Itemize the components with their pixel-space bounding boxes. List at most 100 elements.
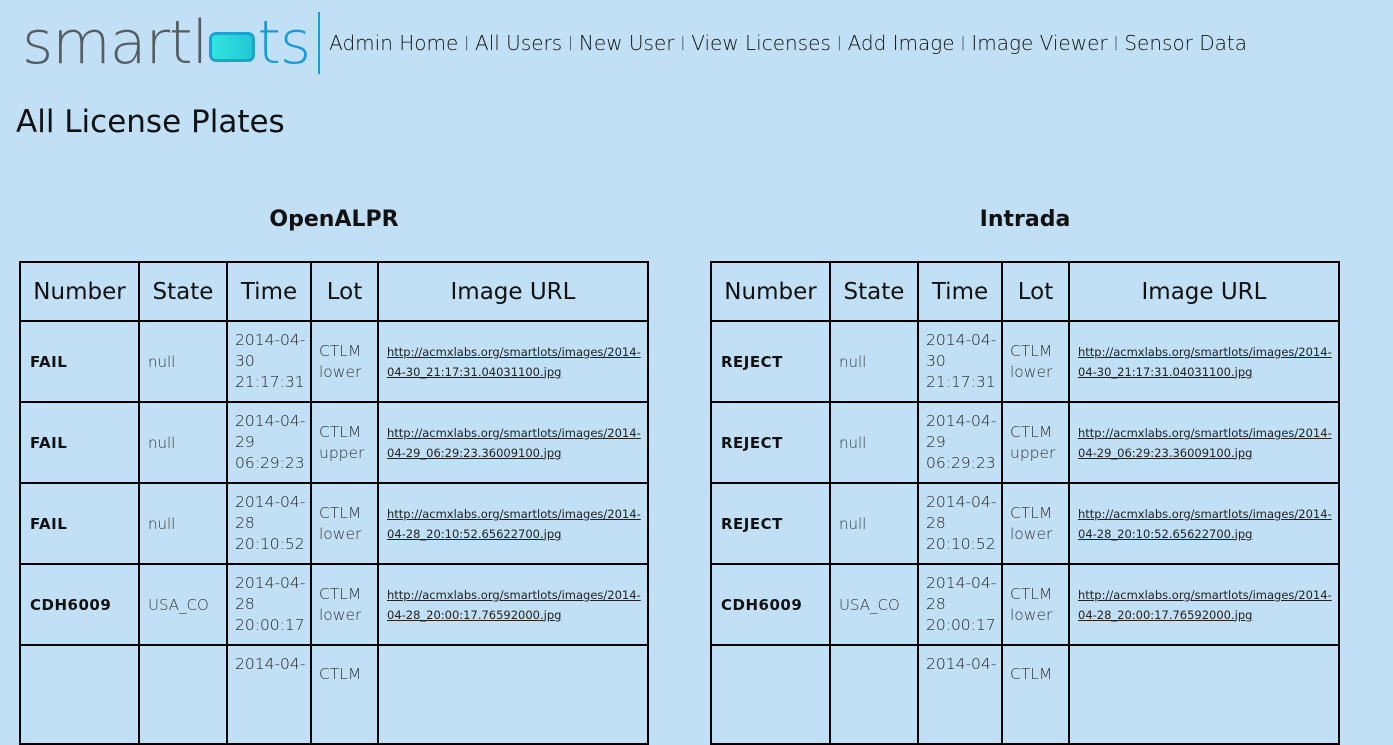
parking-lot: CTLM upper	[310, 401, 379, 484]
image-url-link[interactable]: http://acmxlabs.org/smartlots/images/201…	[387, 507, 641, 541]
nav-admin-home[interactable]: Admin Home	[329, 31, 458, 55]
main-nav: Admin Home | All Users | New User | View…	[329, 31, 1247, 55]
column-header-number: Number	[19, 261, 140, 322]
openalpr-table: Number State Time Lot Image URL FAIL nul…	[19, 261, 649, 745]
image-url-cell: http://acmxlabs.org/smartlots/images/201…	[377, 482, 649, 565]
plate-number: FAIL	[19, 401, 140, 484]
plate-number: FAIL	[19, 482, 140, 565]
plate-number: CDH6009	[19, 563, 140, 646]
openalpr-title: OpenALPR	[269, 207, 399, 232]
capture-time: 2014-04-28 20:10:52	[226, 482, 312, 565]
table-row: 2014-04- CTLM	[19, 644, 649, 745]
image-url-link[interactable]: http://acmxlabs.org/smartlots/images/201…	[1078, 588, 1332, 622]
column-header-state: State	[138, 261, 228, 322]
image-url-link[interactable]: http://acmxlabs.org/smartlots/images/201…	[387, 345, 641, 379]
table-header-row: Number State Time Lot Image URL	[19, 261, 649, 322]
parking-lot: CTLM upper	[1001, 401, 1070, 484]
nav-separator: |	[960, 35, 966, 51]
plate-state	[829, 644, 919, 745]
image-url-link[interactable]: http://acmxlabs.org/smartlots/images/201…	[1078, 507, 1332, 541]
plate-state: null	[829, 320, 919, 403]
plate-state: USA_CO	[138, 563, 228, 646]
nav-separator: |	[568, 35, 573, 51]
plate-number: CDH6009	[710, 563, 831, 646]
image-url-cell: http://acmxlabs.org/smartlots/images/201…	[377, 401, 649, 484]
nav-new-user[interactable]: New User	[579, 31, 675, 55]
nav-image-viewer[interactable]: Image Viewer	[971, 31, 1107, 55]
image-url-link[interactable]: http://acmxlabs.org/smartlots/images/201…	[387, 426, 641, 460]
plate-number: REJECT	[710, 401, 831, 484]
openalpr-section: OpenALPR Number State Time Lot Image URL…	[19, 205, 649, 745]
plate-number	[710, 644, 831, 745]
image-url-cell: http://acmxlabs.org/smartlots/images/201…	[1068, 320, 1340, 403]
plate-number	[19, 644, 140, 745]
page-title: All License Plates	[16, 104, 285, 140]
table-row: 2014-04- CTLM	[710, 644, 1340, 745]
capture-time: 2014-04-29 06:29:23	[917, 401, 1003, 484]
plate-state	[138, 644, 228, 745]
image-url-link[interactable]: http://acmxlabs.org/smartlots/images/201…	[1078, 426, 1332, 460]
table-row: FAIL null 2014-04-29 06:29:23 CTLM upper…	[19, 401, 649, 484]
parking-lot: CTLM lower	[310, 563, 379, 646]
plate-state: null	[829, 401, 919, 484]
column-header-time: Time	[226, 261, 312, 322]
parking-lot: CTLM	[1001, 644, 1070, 745]
column-header-number: Number	[710, 261, 831, 322]
capture-time: 2014-04-	[226, 644, 312, 745]
nav-separator: |	[464, 35, 470, 51]
column-header-lot: Lot	[1001, 261, 1070, 322]
image-url-cell: http://acmxlabs.org/smartlots/images/201…	[1068, 563, 1340, 646]
image-url-link[interactable]: http://acmxlabs.org/smartlots/images/201…	[1078, 345, 1332, 379]
column-header-image-url: Image URL	[377, 261, 649, 322]
site-header: smartl ts Admin Home | All Users | New U…	[22, 10, 1247, 76]
plate-state: null	[138, 401, 228, 484]
nav-add-image[interactable]: Add Image	[848, 31, 955, 55]
table-row: FAIL null 2014-04-28 20:10:52 CTLM lower…	[19, 482, 649, 565]
plate-state: null	[138, 482, 228, 565]
image-url-link[interactable]: http://acmxlabs.org/smartlots/images/201…	[387, 588, 641, 622]
image-url-cell: http://acmxlabs.org/smartlots/images/201…	[1068, 401, 1340, 484]
column-header-time: Time	[917, 261, 1003, 322]
intrada-section: Intrada Number State Time Lot Image URL …	[710, 205, 1340, 745]
nav-all-users[interactable]: All Users	[475, 31, 562, 55]
capture-time: 2014-04-30 21:17:31	[226, 320, 312, 403]
table-row: CDH6009 USA_CO 2014-04-28 20:00:17 CTLM …	[19, 563, 649, 646]
image-url-cell: http://acmxlabs.org/smartlots/images/201…	[1068, 482, 1340, 565]
logo-text-ts: ts	[257, 8, 311, 78]
logo-divider	[318, 12, 321, 74]
plate-state: USA_CO	[829, 563, 919, 646]
smartlots-logo[interactable]: smartl ts	[22, 8, 321, 78]
nav-sensor-data[interactable]: Sensor Data	[1124, 31, 1247, 55]
capture-time: 2014-04-29 06:29:23	[226, 401, 312, 484]
parking-lot: CTLM lower	[1001, 320, 1070, 403]
image-url-cell: http://acmxlabs.org/smartlots/images/201…	[377, 320, 649, 403]
logo-text-smart: smartl	[22, 8, 208, 78]
car-icon	[209, 32, 256, 62]
column-header-image-url: Image URL	[1068, 261, 1340, 322]
nav-separator: |	[680, 35, 686, 51]
parking-lot: CTLM lower	[310, 482, 379, 565]
nav-view-licenses[interactable]: View Licenses	[691, 31, 831, 55]
parking-lot: CTLM lower	[310, 320, 379, 403]
parking-lot: CTLM	[310, 644, 379, 745]
plate-number: REJECT	[710, 320, 831, 403]
column-header-lot: Lot	[310, 261, 379, 322]
capture-time: 2014-04-30 21:17:31	[917, 320, 1003, 403]
table-row: REJECT null 2014-04-28 20:10:52 CTLM low…	[710, 482, 1340, 565]
nav-separator: |	[1113, 35, 1119, 51]
plate-state: null	[829, 482, 919, 565]
intrada-table: Number State Time Lot Image URL REJECT n…	[710, 261, 1340, 745]
table-row: CDH6009 USA_CO 2014-04-28 20:00:17 CTLM …	[710, 563, 1340, 646]
capture-time: 2014-04-28 20:10:52	[917, 482, 1003, 565]
capture-time: 2014-04-28 20:00:17	[226, 563, 312, 646]
plate-number: FAIL	[19, 320, 140, 403]
table-row: REJECT null 2014-04-29 06:29:23 CTLM upp…	[710, 401, 1340, 484]
image-url-cell: http://acmxlabs.org/smartlots/images/201…	[377, 563, 649, 646]
plate-state: null	[138, 320, 228, 403]
capture-time: 2014-04-28 20:00:17	[917, 563, 1003, 646]
image-url-cell	[377, 644, 649, 745]
plate-number: REJECT	[710, 482, 831, 565]
table-header-row: Number State Time Lot Image URL	[710, 261, 1340, 322]
parking-lot: CTLM lower	[1001, 563, 1070, 646]
image-url-cell	[1068, 644, 1340, 745]
